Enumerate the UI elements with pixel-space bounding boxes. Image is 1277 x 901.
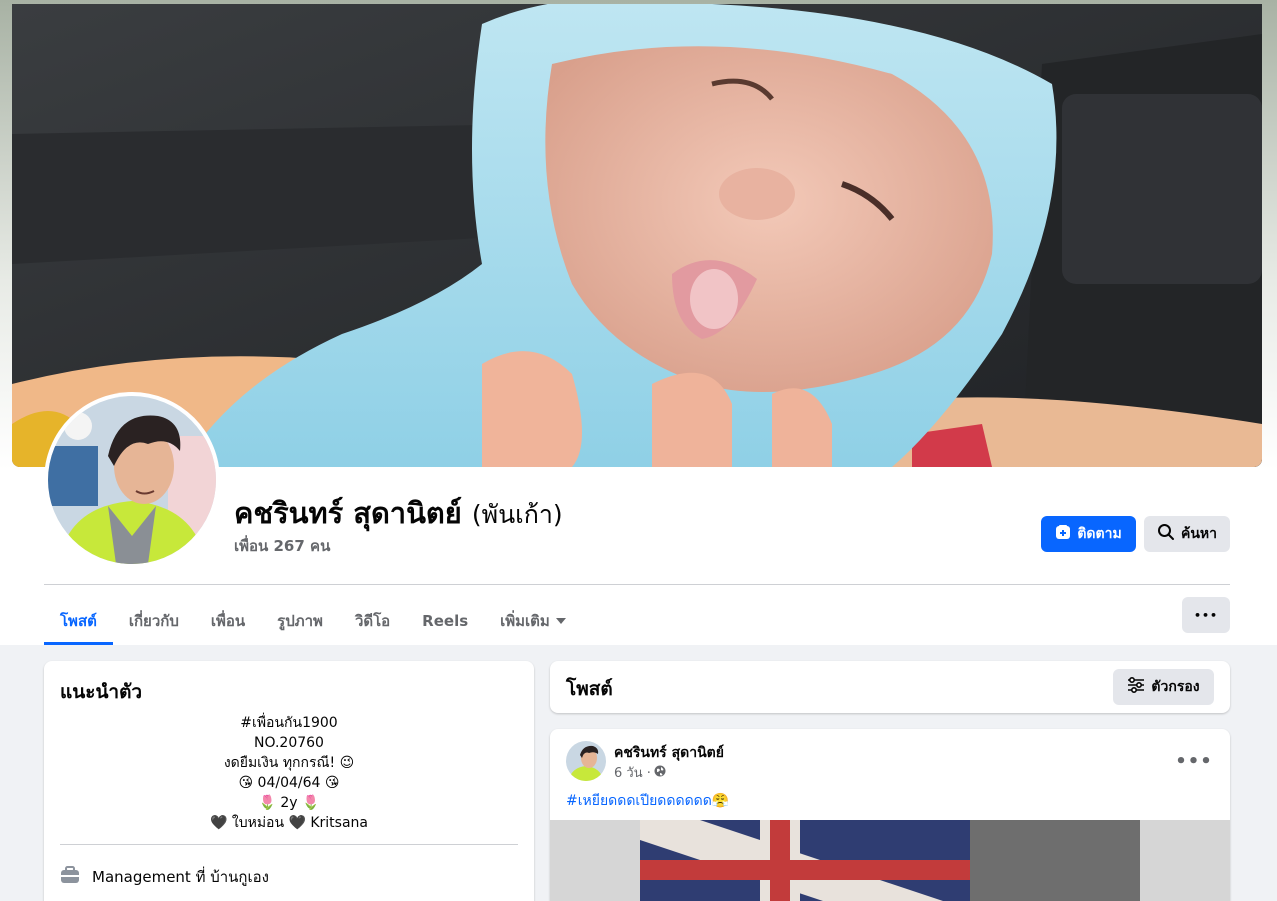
follow-button[interactable]: ติดตาม	[1041, 516, 1136, 552]
tab-friends[interactable]: เพื่อน	[195, 597, 261, 645]
tab-label: เกี่ยวกับ	[128, 612, 179, 630]
intro-bio: #เพื่อนกัน1900 NO.20760 งดยืมเงิน ทุกกรณ…	[60, 713, 518, 833]
more-options-button[interactable]: •••	[1182, 597, 1230, 633]
follow-label: ติดตาม	[1077, 526, 1122, 542]
friends-count[interactable]: เพื่อน 267 คน	[234, 534, 330, 558]
search-label: ค้นหา	[1180, 526, 1218, 542]
profile-name-main: คชรินทร์ สุดานิตย์	[234, 496, 462, 530]
post-time[interactable]: 6 วัน ·	[614, 762, 651, 783]
intro-card: แนะนำตัว #เพื่อนกัน1900 NO.20760 งดยืมเง…	[44, 661, 534, 901]
tab-label: โพสต์	[60, 612, 97, 630]
cover-photo[interactable]	[12, 4, 1262, 467]
add-friend-icon	[1055, 524, 1071, 544]
filter-sliders-icon	[1127, 676, 1145, 697]
search-button[interactable]: ค้นหา	[1144, 516, 1230, 552]
posts-header-card: โพสต์ ตัวกรอง	[550, 661, 1230, 713]
bio-line: 🖤 ใบหม่อน 🖤 Kritsana	[209, 815, 368, 831]
tab-videos[interactable]: วิดีโอ	[339, 597, 406, 645]
profile-name: คชรินทร์ สุดานิตย์ (พันเก้า)	[234, 490, 563, 536]
post-author-avatar[interactable]	[566, 741, 606, 781]
bio-line: #เพื่อนกัน1900	[240, 715, 338, 731]
tab-posts[interactable]: โพสต์	[44, 597, 113, 645]
work-text: Management ที่ บ้านกูเอง	[92, 868, 269, 886]
globe-icon	[654, 765, 666, 781]
profile-avatar[interactable]	[44, 392, 220, 568]
work-info: Management ที่ บ้านกูเอง	[60, 865, 269, 889]
header-divider	[44, 584, 1230, 585]
tab-label: เพื่อน	[210, 612, 246, 630]
intro-divider	[60, 844, 518, 845]
post-hashtag[interactable]: #เหยียดดดเปียดดดดดด😤	[566, 790, 729, 812]
chevron-down-icon	[555, 618, 566, 624]
tab-reels[interactable]: Reels	[406, 597, 484, 645]
intro-title: แนะนำตัว	[60, 681, 143, 703]
tab-more[interactable]: เพิ่มเติม	[484, 597, 582, 645]
filter-button[interactable]: ตัวกรอง	[1113, 669, 1214, 705]
post-photo	[640, 820, 1140, 901]
bio-line: 😘 04/04/64 😘	[238, 775, 340, 791]
post-meta: 6 วัน ·	[614, 762, 666, 783]
tab-photos[interactable]: รูปภาพ	[261, 597, 339, 645]
avatar-image	[48, 396, 216, 564]
bio-line: NO.20760	[254, 735, 324, 751]
more-options-icon: •••	[1193, 608, 1219, 622]
tab-label: วิดีโอ	[354, 612, 391, 630]
profile-tabs: โพสต์ เกี่ยวกับ เพื่อน รูปภาพ วิดีโอ Ree…	[44, 597, 582, 645]
filter-label: ตัวกรอง	[1151, 679, 1200, 695]
posts-title: โพสต์	[566, 678, 613, 700]
post-author-name[interactable]: คชรินทร์ สุดานิตย์	[614, 742, 724, 764]
post-card: คชรินทร์ สุดานิตย์ 6 วัน · ••• #เหยียดดด…	[550, 729, 1230, 901]
cover-photo-image	[12, 4, 1262, 467]
post-image[interactable]	[550, 820, 1230, 901]
bio-line: งดยืมเงิน ทุกกรณี! 😉	[223, 755, 355, 771]
tab-label: Reels	[422, 612, 469, 630]
post-more-button[interactable]: •••	[1175, 743, 1212, 779]
tab-label: รูปภาพ	[277, 612, 323, 630]
bio-line: 🌷 2y 🌷	[258, 795, 320, 811]
profile-alt-name: (พันเก้า)	[471, 500, 563, 529]
tab-label: เพิ่มเติม	[500, 612, 550, 630]
profile-header: คชรินทร์ สุดานิตย์ (พันเก้า) เพื่อน 267 …	[0, 0, 1277, 645]
tab-about[interactable]: เกี่ยวกับ	[113, 597, 195, 645]
search-icon	[1157, 523, 1175, 545]
briefcase-icon	[60, 865, 80, 889]
